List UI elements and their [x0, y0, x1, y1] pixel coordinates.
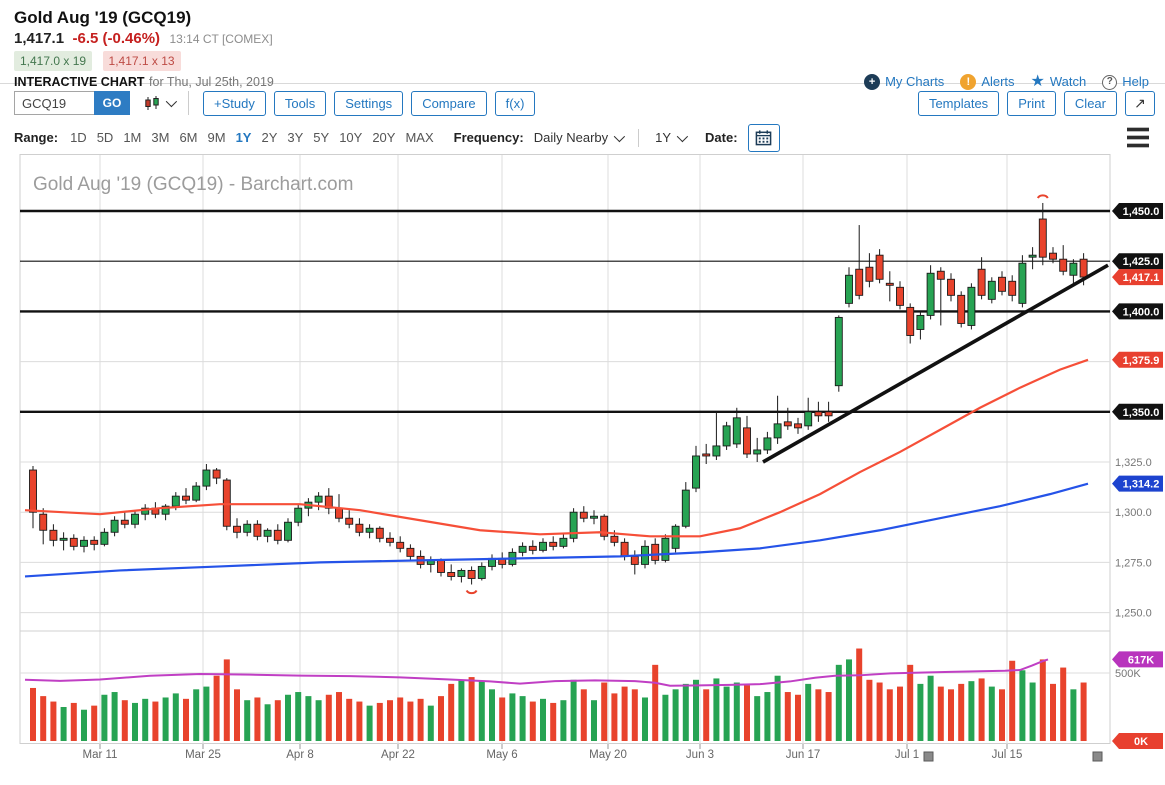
period-value: 1Y	[655, 130, 671, 145]
expand-arrow-icon: ↗	[1134, 95, 1146, 112]
quote-time: 13:14 CT [COMEX]	[170, 32, 273, 46]
svg-text:1,375.9: 1,375.9	[1123, 355, 1160, 367]
chevron-down-icon	[166, 96, 177, 107]
svg-text:May 6: May 6	[486, 749, 517, 761]
svg-text:1,350.0: 1,350.0	[1123, 407, 1160, 419]
range-option-5d[interactable]: 5D	[97, 130, 114, 145]
range-option-1y[interactable]: 1Y	[236, 130, 252, 145]
frequency-value: Daily Nearby	[534, 130, 608, 145]
svg-text:Mar 25: Mar 25	[185, 749, 221, 761]
range-list: 1D 5D 1M 3M 6M 9M 1Y 2Y 3Y 5Y 10Y 20Y MAX	[70, 130, 434, 145]
bid-badge: 1,417.0 x 19	[14, 51, 92, 71]
svg-text:1,450.0: 1,450.0	[1123, 206, 1160, 218]
chevron-down-icon	[677, 130, 688, 141]
rangebar-divider	[638, 129, 639, 147]
chevron-down-icon	[614, 130, 625, 141]
svg-text:Apr 8: Apr 8	[286, 749, 314, 761]
alert-icon: !	[960, 74, 976, 90]
calendar-icon	[755, 129, 772, 146]
range-option-6m[interactable]: 6M	[179, 130, 197, 145]
date-picker-button[interactable]	[748, 124, 780, 152]
svg-text:1,417.1: 1,417.1	[1123, 272, 1160, 284]
svg-text:Jun 3: Jun 3	[686, 749, 714, 761]
period-dropdown[interactable]: 1Y	[655, 130, 685, 145]
svg-text:617K: 617K	[1128, 654, 1154, 666]
range-option-1m[interactable]: 1M	[123, 130, 141, 145]
svg-text:1,250.0: 1,250.0	[1115, 608, 1152, 620]
svg-text:1,425.0: 1,425.0	[1123, 256, 1160, 268]
range-option-1d[interactable]: 1D	[70, 130, 87, 145]
range-label: Range:	[14, 130, 58, 145]
interactive-chart-label: INTERACTIVE CHART	[14, 75, 145, 89]
svg-text:1,314.2: 1,314.2	[1123, 479, 1160, 491]
alerts-label: Alerts	[981, 73, 1014, 91]
frequency-dropdown[interactable]: Daily Nearby	[534, 130, 622, 145]
frequency-label: Frequency:	[454, 130, 524, 145]
settings-button[interactable]: Settings	[334, 91, 403, 116]
svg-text:Jun 17: Jun 17	[786, 749, 821, 761]
svg-text:Jul 1: Jul 1	[895, 749, 919, 761]
range-option-20y[interactable]: 20Y	[372, 130, 395, 145]
svg-text:Jul 15: Jul 15	[992, 749, 1023, 761]
svg-text:1,275.0: 1,275.0	[1115, 557, 1152, 569]
study-button[interactable]: +Study	[203, 91, 266, 116]
range-option-2y[interactable]: 2Y	[261, 130, 277, 145]
range-option-5y[interactable]: 5Y	[313, 130, 329, 145]
symbol-input[interactable]	[14, 91, 94, 115]
range-option-3y[interactable]: 3Y	[287, 130, 303, 145]
chart-date-label: for Thu, Jul 25th, 2019	[149, 75, 274, 89]
svg-text:1,325.0: 1,325.0	[1115, 457, 1152, 469]
svg-text:500K: 500K	[1115, 668, 1141, 680]
range-option-max[interactable]: MAX	[405, 130, 433, 145]
print-button[interactable]: Print	[1007, 91, 1056, 116]
watch-link[interactable]: ★ Watch	[1031, 73, 1087, 91]
my-charts-label: My Charts	[885, 73, 944, 91]
svg-text:Gold Aug '19 (GCQ19) - Barchar: Gold Aug '19 (GCQ19) - Barchart.com	[33, 174, 353, 195]
chart-type-dropdown[interactable]	[144, 95, 174, 112]
page-title: Gold Aug '19 (GCQ19)	[14, 7, 1151, 28]
interactive-price-chart[interactable]: Mar 11 Mar 25 Apr 8 Apr 22 May 6 May 20 Jun 3 J…	[0, 154, 1165, 774]
svg-text:Mar 11: Mar 11	[83, 749, 118, 761]
question-icon: ?	[1102, 75, 1117, 90]
star-icon: ★	[1031, 74, 1045, 90]
compare-button[interactable]: Compare	[411, 91, 486, 116]
toolbar-divider	[188, 91, 189, 115]
ask-badge: 1,417.1 x 13	[103, 51, 181, 71]
last-price: 1,417.1	[14, 30, 64, 47]
range-option-3m[interactable]: 3M	[151, 130, 169, 145]
svg-text:0K: 0K	[1134, 736, 1148, 748]
date-label: Date:	[705, 130, 738, 145]
clear-button[interactable]: Clear	[1064, 91, 1117, 116]
watch-label: Watch	[1050, 73, 1086, 91]
tools-button[interactable]: Tools	[274, 91, 326, 116]
interactive-chart-caption: INTERACTIVE CHART for Thu, Jul 25th, 201…	[14, 73, 274, 91]
candlestick-chart-canvas[interactable]: Mar 11 Mar 25 Apr 8 Apr 22 May 6 May 20 Jun 3 J…	[0, 154, 1165, 769]
help-link[interactable]: ? Help	[1102, 73, 1149, 91]
go-button[interactable]: GO	[94, 91, 130, 115]
fx-button[interactable]: f(x)	[495, 91, 536, 116]
help-label: Help	[1122, 73, 1149, 91]
templates-button[interactable]: Templates	[918, 91, 999, 116]
svg-text:1,400.0: 1,400.0	[1123, 306, 1160, 318]
expand-chart-button[interactable]: ↗	[1125, 91, 1155, 116]
range-option-9m[interactable]: 9M	[208, 130, 226, 145]
range-option-10y[interactable]: 10Y	[339, 130, 362, 145]
svg-text:Apr 22: Apr 22	[381, 749, 415, 761]
plus-circle-icon: +	[864, 74, 880, 90]
price-change: -6.5 (-0.46%)	[73, 30, 161, 47]
alerts-link[interactable]: ! Alerts	[960, 73, 1014, 91]
svg-text:May 20: May 20	[589, 749, 627, 761]
quote-header: Gold Aug '19 (GCQ19) 1,417.1 -6.5 (-0.46…	[0, 0, 1165, 84]
my-charts-link[interactable]: + My Charts	[864, 73, 944, 91]
barchart-interactive-chart-page: Gold Aug '19 (GCQ19) 1,417.1 -6.5 (-0.46…	[0, 0, 1165, 774]
range-frequency-bar: Range: 1D 5D 1M 3M 6M 9M 1Y 2Y 3Y 5Y 10Y 20Y MAX Fre…	[0, 121, 1165, 154]
chart-menu-icon[interactable]	[1127, 127, 1151, 149]
svg-text:1,300.0: 1,300.0	[1115, 507, 1152, 519]
candlestick-icon	[144, 95, 161, 112]
